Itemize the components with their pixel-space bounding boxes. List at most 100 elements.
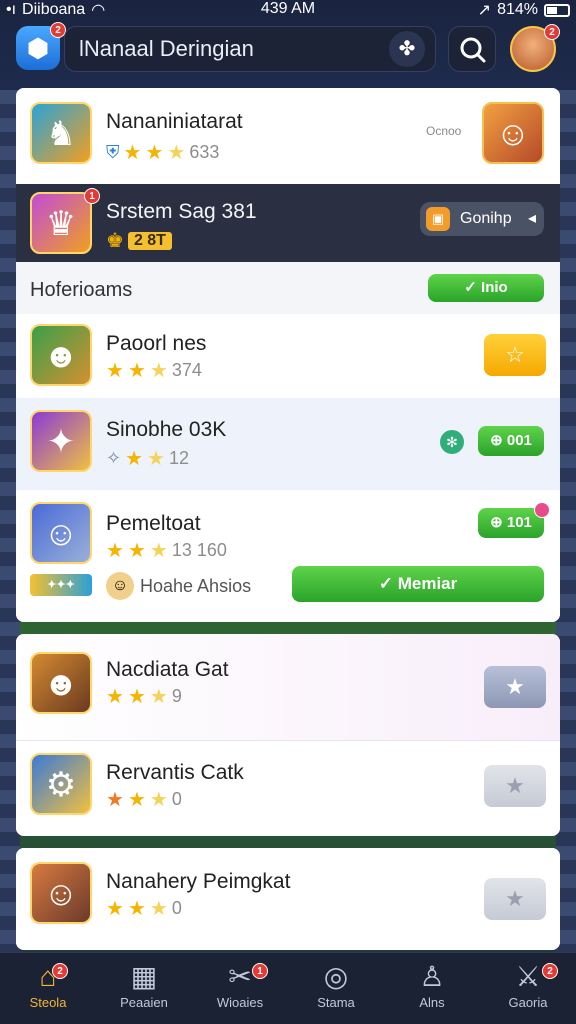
character-icon: ☺: [43, 875, 79, 913]
nav-label: Peaaien: [120, 995, 168, 1010]
nav-item-game[interactable]: ⚔ Gaoria 2: [480, 959, 576, 1010]
add-button[interactable]: ⊕ 101: [478, 502, 550, 538]
favorite-button[interactable]: ★: [484, 878, 546, 920]
game-thumbnail: ✦: [30, 410, 92, 472]
star-icon: ★: [125, 448, 144, 470]
game-thumbnail: ☻: [30, 324, 92, 386]
user-avatar[interactable]: 2: [510, 24, 560, 72]
plus-icon: ⊕: [490, 514, 507, 531]
star-icon: ★: [149, 898, 168, 920]
character-icon: ☻: [43, 665, 79, 703]
avatar-badge: 2: [544, 24, 560, 40]
search-button[interactable]: [448, 26, 496, 72]
favorite-button[interactable]: ☆: [484, 334, 546, 376]
game-rating: ✧ ★ ★ 12: [106, 446, 189, 471]
game-logo-icon: ✦✦✦: [30, 574, 92, 596]
top-bar: ⬢ 2 lNanaal Deringian ✤ 2: [0, 22, 576, 76]
list-item[interactable]: ☻ Nacdiata Gat ★ ★ ★ 9 ★: [16, 634, 560, 740]
rating-value: 633: [189, 142, 220, 162]
rating-value: 0: [171, 789, 182, 809]
game-list-card-2: ☻ Nacdiata Gat ★ ★ ★ 9 ★ ⚙ Rervantis Cat…: [16, 634, 560, 836]
rating-value: 0: [171, 898, 182, 918]
list-item[interactable]: ☺ Nanahery Peimgkat ★ ★ ★ 0 ★: [16, 848, 560, 950]
button-label: Memiar: [397, 574, 458, 593]
nav-item-tools[interactable]: ✂ Wioaies 1: [192, 959, 288, 1010]
nav-label: Stama: [317, 995, 355, 1010]
game-thumbnail: ☺: [30, 502, 92, 564]
favorite-button[interactable]: ★: [484, 666, 546, 708]
star-icon: ★: [106, 686, 124, 708]
button-label: 101: [506, 514, 532, 531]
star-icon: ★: [149, 540, 168, 562]
primary-cta-button[interactable]: ✓ Memiar: [292, 566, 544, 602]
hexagon-icon: ⬢: [26, 33, 50, 63]
nav-item-trophy[interactable]: ◎ Stama: [288, 959, 384, 1010]
game-thumbnail: ☺: [30, 862, 92, 924]
star-icon: ★: [149, 789, 168, 811]
rating-value: 13 160: [171, 540, 227, 560]
game-icon: ⚔: [515, 961, 541, 992]
star-outline-icon: ☆: [505, 342, 525, 367]
network-icon[interactable]: ✤: [389, 31, 425, 67]
list-item[interactable]: ☻ Paoorl nes ★ ★ ★ 374 ☆: [16, 314, 560, 398]
game-rating: ★ ★ ★ 0: [106, 896, 182, 921]
star-icon: ★: [106, 360, 124, 382]
nav-badge: 1: [252, 963, 268, 979]
favorite-button[interactable]: ★: [484, 765, 546, 807]
title-bar[interactable]: lNanaal Deringian ✤: [64, 26, 436, 72]
app-logo[interactable]: ⬢ 2: [16, 22, 66, 70]
list-item[interactable]: ☺ Pemeltoat ★ ★ ★ 13 160 ⊕ 101 ✦✦✦ ☺ Hoa…: [16, 490, 560, 622]
game-thumbnail: ⚙: [30, 753, 92, 815]
cannon-icon: ⚙: [45, 766, 77, 804]
check-icon: ✓: [378, 574, 398, 593]
nav-item-user[interactable]: ♙ Alns: [384, 959, 480, 1010]
hero-thumbnail[interactable]: ☺: [482, 102, 544, 164]
star-icon: ★: [149, 686, 168, 708]
row-badge: 1: [84, 188, 100, 204]
list-item[interactable]: ✦ Sinobhe 03K ✧ ★ ★ 12 ✻ ⊕ 001: [16, 398, 560, 490]
dragon-icon: ✦: [46, 423, 76, 461]
game-name: Paoorl nes: [106, 332, 207, 355]
status-time: 439 AM: [260, 0, 316, 17]
face-icon: ☺: [106, 572, 134, 600]
clover-icon[interactable]: ✻: [440, 430, 464, 454]
star-icon: ★: [127, 686, 146, 708]
nav-item-home[interactable]: ⌂ Steola 2: [0, 959, 96, 1010]
gold-rating: ♚ 2 8T: [106, 228, 172, 253]
game-rating: ★ ★ ★ 9: [106, 684, 182, 709]
game-name: Nacdiata Gat: [106, 658, 229, 681]
game-name: Srstem Sag 381: [106, 200, 257, 223]
star-icon: ★: [505, 674, 525, 699]
location-icon: ↗: [477, 2, 492, 19]
nav-label: Steola: [29, 995, 67, 1010]
star-icon: ★: [149, 360, 168, 382]
game-name: Nanahery Peimgkat: [106, 870, 291, 893]
featured-row-dark[interactable]: ♛ 1 Srstem Sag 381 ♚ 2 8T ▣ Gonihp ◂: [16, 184, 560, 262]
star-icon: ★: [505, 773, 525, 798]
section-title: Hoferioams: [30, 279, 133, 301]
game-rating: ★ ★ ★ 0: [106, 787, 182, 812]
nav-item-store[interactable]: ▦ Peaaien: [96, 959, 192, 1010]
nav-label: Gaoria: [508, 995, 548, 1010]
chevron-icon: ◂: [527, 210, 536, 227]
button-label: Inio: [481, 279, 508, 296]
game-rating: ⛨ ★ ★ ★ 633: [106, 140, 219, 165]
gonihp-button[interactable]: ▣ Gonihp ◂: [420, 202, 544, 236]
list-item[interactable]: ⚙ Rervantis Catk ★ ★ ★ 0 ★: [16, 741, 560, 836]
game-name: Rervantis Catk: [106, 761, 244, 784]
featured-row[interactable]: ♞ Nananiniatarat ⛨ ★ ★ ★ 633 Ocnoo ☺: [16, 88, 560, 184]
rating-value: 374: [171, 360, 202, 380]
sparkle-icon: ✧: [106, 448, 122, 468]
info-button[interactable]: ✓ Inio: [428, 274, 544, 302]
star-icon: ★: [123, 142, 142, 164]
star-icon: ★: [145, 142, 164, 164]
button-label: Gonihp: [460, 210, 512, 227]
nav-badge: 2: [542, 963, 558, 979]
game-list-card: ♞ Nananiniatarat ⛨ ★ ★ ★ 633 Ocnoo ☺ ♛ 1…: [16, 88, 560, 622]
star-icon: ★: [106, 540, 124, 562]
crown-icon: ♚: [106, 230, 124, 252]
add-button[interactable]: ⊕ 001: [478, 426, 544, 456]
store-icon: ▦: [130, 961, 158, 992]
rating-value: 9: [171, 686, 182, 706]
star-icon: ★: [505, 886, 525, 911]
